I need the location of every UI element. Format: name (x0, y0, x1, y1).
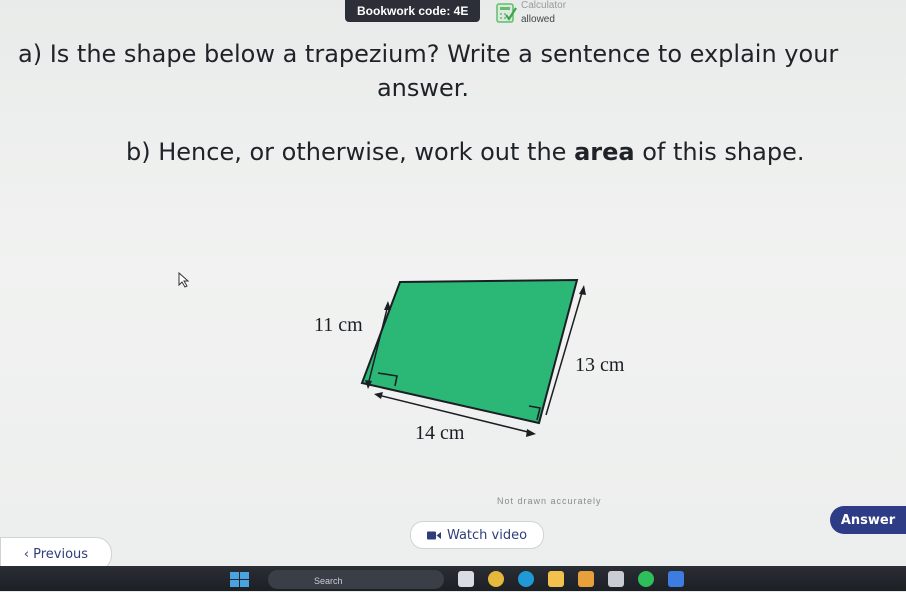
trapezium-shape (360, 278, 579, 425)
answer-button[interactable]: Answer (830, 506, 906, 534)
top-bar: Bookwork code: 4E (345, 0, 481, 22)
question-part-b: b) Hence, or otherwise, work out the are… (126, 138, 804, 166)
file-explorer-icon[interactable] (548, 571, 564, 587)
store-icon[interactable] (578, 571, 594, 587)
question-b-suffix: of this shape. (634, 138, 805, 166)
stocks-icon[interactable] (668, 571, 684, 587)
whatsapp-icon[interactable] (638, 571, 654, 587)
taskbar-search-text: Search (314, 576, 343, 586)
bookwork-code-badge: Bookwork code: 4E (345, 0, 481, 22)
video-camera-icon (426, 531, 441, 539)
calculator-status: Calculator allowed (495, 0, 566, 25)
watch-video-label: Watch video (446, 527, 528, 543)
previous-label: Previous (33, 546, 89, 562)
not-to-scale-note: Not drawn accurately (497, 496, 602, 506)
copilot-icon[interactable] (488, 571, 504, 587)
edge-browser-icon[interactable] (518, 571, 534, 587)
answer-label: Answer (840, 512, 896, 528)
chevron-left-icon: ‹ (23, 546, 30, 562)
taskbar-search-box[interactable]: Search (268, 570, 444, 589)
task-view-icon[interactable] (458, 571, 474, 587)
watch-video-button[interactable]: Watch video (410, 521, 544, 549)
mouse-cursor-icon (178, 272, 190, 288)
question-b-prefix: b) Hence, or otherwise, work out the (126, 138, 575, 166)
question-a-line1: a) Is the shape below a trapezium? Write… (18, 40, 839, 68)
calculator-allowed-text: allowed (521, 14, 555, 25)
label-right-side: 13 cm (575, 354, 625, 376)
calculator-icon (496, 3, 517, 23)
label-bottom-side: 14 cm (415, 422, 465, 444)
trapezium-diagram: 11 cm 13 cm 14 cm (314, 278, 625, 444)
question-b-bold: area (574, 138, 635, 166)
app-icon[interactable] (608, 571, 624, 587)
windows-taskbar: Search (0, 566, 906, 591)
question-a-line2: answer. (376, 74, 470, 102)
calculator-label: Calculator (521, 0, 567, 11)
windows-start-icon[interactable] (230, 572, 250, 588)
question-part-a: a) Is the shape below a trapezium? Write… (18, 40, 888, 102)
label-left-side: 11 cm (314, 314, 363, 336)
